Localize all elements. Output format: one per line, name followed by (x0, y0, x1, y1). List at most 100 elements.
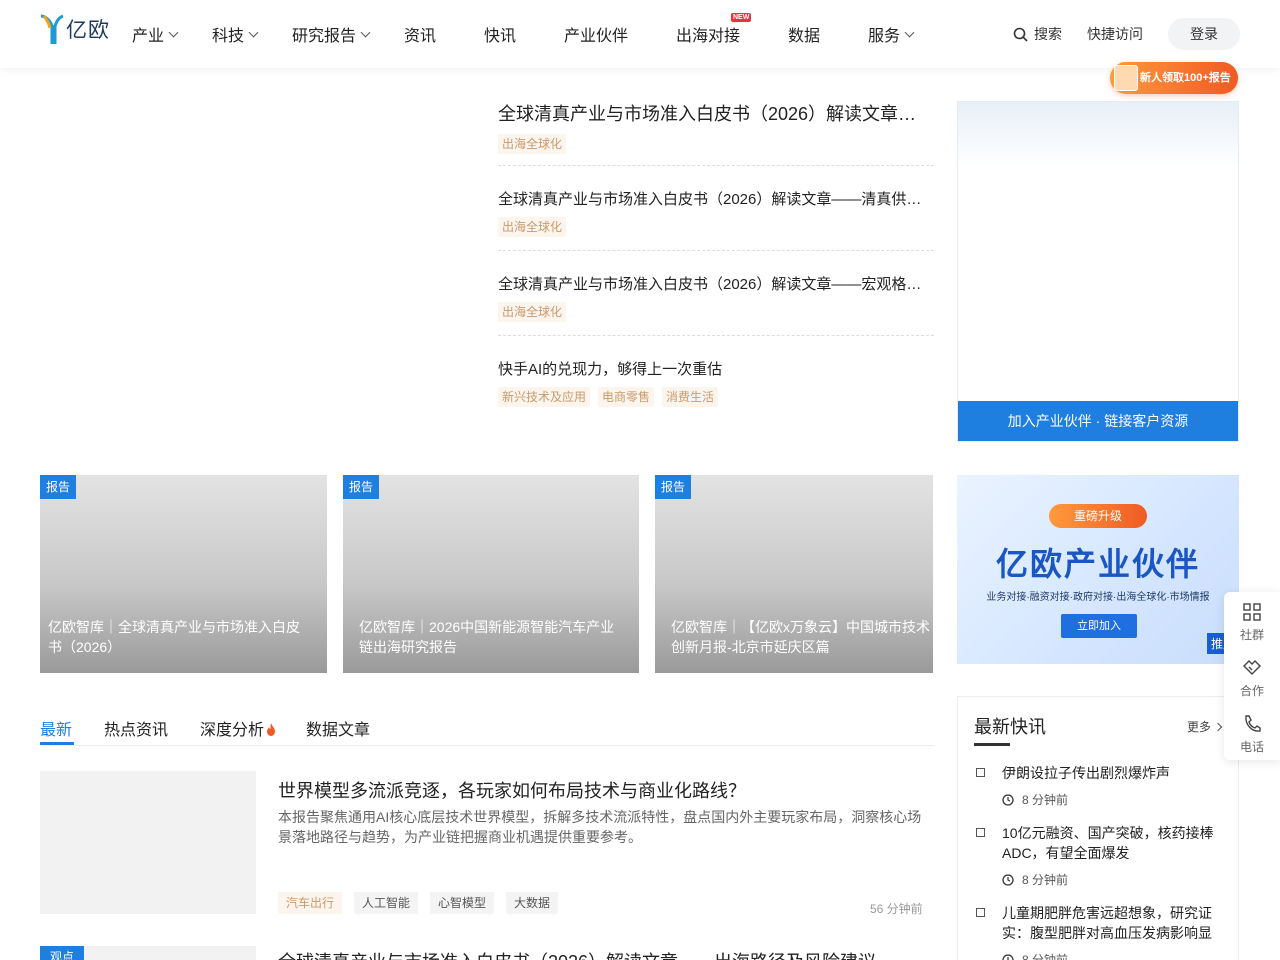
float-item-cooperation[interactable]: 合作 (1224, 658, 1280, 699)
partner-title: 亿欧产业伙伴 (995, 546, 1200, 582)
article-tag[interactable]: 电商零售 (598, 387, 655, 407)
nav-label: 产业 (132, 28, 165, 45)
upgrade-pill: 重磅升级 (1049, 504, 1147, 528)
article-title[interactable]: 快手AI的兑现力，够得上一次重估 (498, 358, 934, 379)
report-badge: 报告 (655, 475, 692, 499)
newcomer-promo-button[interactable]: 新人领取100+报告 (1110, 62, 1238, 94)
nav-item-overseas[interactable]: 出海对接 (676, 22, 740, 46)
clock-icon (1002, 873, 1014, 886)
tab-latest[interactable]: 最新 (40, 716, 72, 740)
article-tag[interactable]: 人工智能 (354, 892, 419, 914)
list-item[interactable]: 全球清真产业与市场准入白皮书（2026）解读文章——宏观格局与市场机会 出海全球… (498, 251, 934, 336)
new-badge: NEW (731, 13, 752, 22)
report-title-line: 亿欧智库｜全球清真产业与市场准入白皮 (48, 619, 300, 635)
article-time: 56 分钟前 (870, 902, 923, 916)
feed-tabs: 最新 热点资讯 深度分析 数据文章 (40, 714, 934, 746)
flash-text[interactable]: 伊朗设拉子传出剧烈爆炸声 (1002, 763, 1214, 783)
list-item[interactable]: 全球清真产业与市场准入白皮书（2026）解读文章——清真供应链与产业布局 出海全… (498, 166, 934, 251)
phone-icon (1245, 715, 1261, 732)
fire-icon (267, 723, 276, 736)
report-title-line: 亿欧智库｜2026中国新能源智能汽车产业 (359, 619, 615, 635)
float-label: 合作 (1239, 684, 1264, 698)
logo[interactable]: 亿欧 (40, 13, 110, 45)
partner-banner[interactable]: 重磅升级 亿欧产业伙伴 业务对接·融资对接·政府对接·出海全球化·市场情报 立即… (957, 475, 1239, 664)
latest-flash-panel: 最新快讯 更多 伊朗设拉子传出剧烈爆炸声 8 分钟前 10亿元融资、国产突破，核… (957, 696, 1239, 960)
article-title[interactable]: 全球清真产业与市场准入白皮书（2026）解读文章——宏观格局与市场机会 (498, 273, 934, 294)
active-tab-indicator (40, 742, 74, 745)
report-badge: 报告 (343, 475, 380, 499)
report-title-line: 创新月报-北京市延庆区篇 (671, 639, 830, 655)
promo-label: 新人领取100+报告 (1140, 72, 1231, 84)
nav-item-data[interactable]: 数据 (788, 22, 820, 46)
search-button[interactable]: 搜索 (1013, 24, 1062, 44)
flash-time-text: 8 分钟前 (1022, 873, 1069, 887)
article-tag[interactable]: 出海全球化 (498, 134, 567, 154)
article-tag[interactable]: 汽车出行 (278, 892, 343, 914)
tab-deep-analysis[interactable]: 深度分析 (200, 716, 276, 740)
list-item[interactable]: 快手AI的兑现力，够得上一次重估 新兴技术及应用 电商零售 消费生活 (498, 336, 934, 421)
float-label: 社群 (1239, 628, 1264, 642)
article-tags: 汽车出行 人工智能 心智模型 大数据 (278, 892, 559, 914)
article-badge: 观点 (40, 946, 85, 960)
flash-title-underline (974, 743, 1010, 746)
chevron-down-icon (168, 27, 179, 37)
nav-item-reports[interactable]: 研究报告 (292, 22, 371, 46)
nav-item-partners[interactable]: 产业伙伴 (564, 22, 628, 46)
quick-access-link[interactable]: 快捷访问 (1087, 24, 1143, 44)
bullet-icon (976, 828, 985, 837)
article-tag[interactable]: 心智模型 (430, 892, 495, 914)
article-tag[interactable]: 消费生活 (662, 387, 719, 407)
side-float-bar: 社群 合作 电话 (1224, 592, 1280, 760)
nav-label: 产业伙伴 (564, 28, 629, 45)
chevron-down-icon (248, 27, 259, 37)
article-title[interactable]: 全球清真产业与市场准入白皮书（2026）解读文章——清真认证国际对比与趋势展望 (498, 100, 934, 126)
flash-title: 最新快讯 (974, 717, 1046, 737)
bullet-icon (976, 908, 985, 917)
tab-hot-news[interactable]: 热点资讯 (104, 716, 168, 740)
flash-more-link[interactable]: 更多 (1187, 718, 1223, 735)
list-item[interactable]: 全球清真产业与市场准入白皮书（2026）解读文章——清真认证国际对比与趋势展望 … (498, 96, 934, 166)
report-card[interactable]: 报告 亿欧智库｜全球清真产业与市场准入白皮 书（2026） (40, 475, 327, 673)
float-item-phone[interactable]: 电话 (1224, 714, 1280, 755)
report-title: 亿欧智库｜【亿欧x万象云】中国城市技术 创新月报-北京市延庆区篇 (671, 617, 930, 657)
report-card[interactable]: 报告 亿欧智库｜2026中国新能源智能汽车产业 链出海研究报告 (343, 475, 639, 673)
chevron-right-icon (1213, 722, 1223, 731)
tab-label: 深度分析 (200, 722, 265, 739)
join-partner-button[interactable]: 加入产业伙伴 · 链接客户资源 (958, 401, 1238, 441)
float-item-community[interactable]: 社群 (1224, 602, 1280, 643)
top-header: 亿欧 产业 科技 研究报告 资讯 快讯 产业伙伴 出海对接 NEW 数据 服务 … (0, 0, 1280, 68)
article-summary: 本报告聚焦通用AI核心底层技术世界模型，拆解多技术流派特性，盘点国内外主要玩家布… (278, 809, 922, 845)
nav-item-news[interactable]: 资讯 (404, 22, 436, 46)
article-tag[interactable]: 出海全球化 (498, 302, 567, 322)
chevron-down-icon (360, 27, 371, 37)
nav-label: 服务 (868, 28, 901, 45)
partner-ad-panel[interactable]: 加入产业伙伴 · 链接客户资源 (957, 101, 1239, 442)
search-label: 搜索 (1034, 26, 1062, 42)
nav-item-services[interactable]: 服务 (868, 22, 915, 46)
nav-label: 快讯 (484, 28, 517, 45)
article-title[interactable]: 全球清真产业与市场准入白皮书（2026）解读文章——清真供应链与产业布局 (498, 188, 934, 209)
nav-item-tech[interactable]: 科技 (212, 22, 259, 46)
article-title[interactable]: 全球清真产业与市场准入白皮书（2026）解读文章——出海路径及风险建议 (278, 948, 876, 960)
article-tag[interactable]: 新兴技术及应用 (498, 387, 591, 407)
article-thumbnail[interactable] (40, 771, 256, 914)
clock-icon (1002, 953, 1014, 960)
flash-text[interactable]: 儿童期肥胖危害远超想象，研究证实：腹型肥胖对高血压发病影响显著 (1002, 903, 1214, 943)
article-tag[interactable]: 大数据 (506, 892, 559, 914)
flash-time: 8 分钟前 (1002, 871, 1068, 888)
login-button[interactable]: 登录 (1168, 18, 1240, 50)
tab-data-articles[interactable]: 数据文章 (306, 716, 370, 740)
nav-item-flash[interactable]: 快讯 (484, 22, 516, 46)
partner-subtitle: 业务对接·融资对接·政府对接·出海全球化·市场情报 (986, 592, 1210, 603)
handshake-icon (1243, 660, 1261, 675)
flash-time-text: 8 分钟前 (1022, 953, 1069, 960)
report-title-line: 链出海研究报告 (359, 639, 457, 655)
flash-text[interactable]: 10亿元融资、国产突破，核药接棒ADC，有望全面爆发 (1002, 823, 1214, 863)
bullet-icon (976, 768, 985, 777)
nav-item-industry[interactable]: 产业 (132, 22, 179, 46)
article-tag[interactable]: 出海全球化 (498, 217, 567, 237)
article-title[interactable]: 世界模型多流派竞逐，各玩家如何布局技术与商业化路线？ (278, 777, 746, 803)
clock-icon (1002, 793, 1014, 806)
report-card[interactable]: 报告 亿欧智库｜【亿欧x万象云】中国城市技术 创新月报-北京市延庆区篇 (655, 475, 933, 673)
join-now-button[interactable]: 立即加入 (1061, 614, 1137, 638)
